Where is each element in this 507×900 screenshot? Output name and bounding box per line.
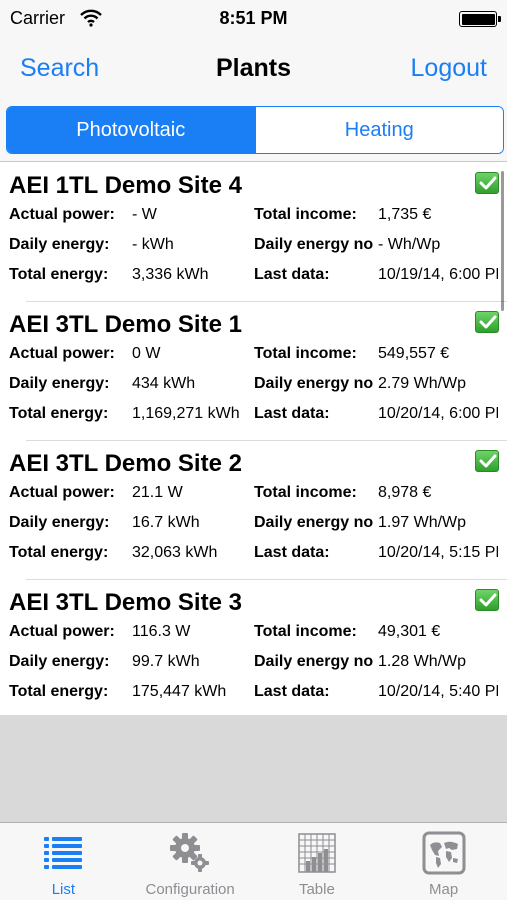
plant-row-2: Daily energy: 434 kWh Daily energy no 2.… (0, 375, 507, 397)
daily-energy-norm-value: - Wh/Wp (378, 236, 441, 253)
plant-row-3: Total energy: 1,169,271 kWh Last data: 1… (0, 405, 507, 427)
tab-configuration-label: Configuration (145, 881, 235, 898)
actual-power-label: Actual power: (9, 484, 115, 501)
plant-row-2: Daily energy: 16.7 kWh Daily energy no 1… (0, 514, 507, 536)
daily-energy-label: Daily energy: (9, 236, 110, 253)
status-ok-icon (475, 311, 499, 333)
total-income-value: 49,301 € (378, 623, 441, 640)
plant-name: AEI 3TL Demo Site 1 (9, 311, 242, 338)
tab-map[interactable]: Map (380, 823, 507, 900)
status-bar: Carrier 8:51 PM (0, 0, 507, 38)
total-income-label: Total income: (254, 206, 357, 223)
total-energy-value: 32,063 kWh (132, 544, 218, 561)
tab-list[interactable]: List (0, 823, 127, 900)
total-energy-label: Total energy: (9, 266, 109, 283)
daily-energy-label: Daily energy: (9, 653, 110, 670)
total-energy-label: Total energy: (9, 405, 109, 422)
gears-icon (170, 833, 210, 872)
daily-energy-label: Daily energy: (9, 514, 110, 531)
actual-power-label: Actual power: (9, 206, 115, 223)
last-data-label: Last data: (254, 405, 330, 422)
plant-card[interactable]: AEI 3TL Demo Site 3 Actual power: 116.3 … (0, 580, 507, 715)
daily-energy-label: Daily energy: (9, 375, 110, 392)
plant-row-2: Daily energy: 99.7 kWh Daily energy no 1… (0, 653, 507, 675)
daily-energy-norm-label: Daily energy no (254, 653, 374, 670)
plant-name: AEI 3TL Demo Site 3 (9, 589, 242, 616)
total-energy-label: Total energy: (9, 544, 109, 561)
total-energy-value: 3,336 kWh (132, 266, 209, 283)
battery-icon (459, 11, 501, 27)
plant-row-3: Total energy: 175,447 kWh Last data: 10/… (0, 683, 507, 705)
actual-power-label: Actual power: (9, 345, 115, 362)
plant-name: AEI 3TL Demo Site 2 (9, 450, 242, 477)
total-income-label: Total income: (254, 623, 357, 640)
total-income-value: 1,735 € (378, 206, 432, 223)
total-energy-value: 175,447 kWh (132, 683, 227, 700)
tab-table-label: Table (298, 881, 335, 898)
daily-energy-norm-label: Daily energy no (254, 236, 374, 253)
plant-type-segmented-control: Photovoltaic Heating (6, 106, 504, 154)
total-income-value: 549,557 € (378, 345, 450, 362)
tab-list-label: List (51, 881, 76, 898)
daily-energy-norm-value: 1.28 Wh/Wp (378, 653, 467, 670)
last-data-value: 10/19/14, 6:00 PM (378, 266, 498, 283)
total-energy-label: Total energy: (9, 683, 109, 700)
plant-row-1: Actual power: 21.1 W Total income: 8,978… (0, 484, 507, 506)
empty-list-area (0, 715, 507, 822)
daily-energy-norm-label: Daily energy no (254, 375, 374, 392)
daily-energy-value: 434 kWh (132, 375, 196, 392)
actual-power-label: Actual power: (9, 623, 115, 640)
last-data-value: 10/20/14, 6:00 PM (378, 405, 498, 422)
table-chart-icon (298, 833, 336, 873)
total-income-value: 8,978 € (378, 484, 432, 501)
segment-photovoltaic[interactable]: Photovoltaic (7, 107, 255, 153)
total-income-label: Total income: (254, 484, 357, 501)
status-ok-icon (475, 589, 499, 611)
plant-row-1: Actual power: - W Total income: 1,735 € (0, 206, 507, 228)
plant-card[interactable]: AEI 1TL Demo Site 4 Actual power: - W To… (0, 163, 507, 302)
tab-configuration[interactable]: Configuration (127, 823, 254, 900)
plant-row-2: Daily energy: - kWh Daily energy no - Wh… (0, 236, 507, 258)
plant-list[interactable]: AEI 1TL Demo Site 4 Actual power: - W To… (0, 163, 507, 715)
total-income-label: Total income: (254, 345, 357, 362)
daily-energy-norm-value: 1.97 Wh/Wp (378, 514, 467, 531)
last-data-label: Last data: (254, 683, 330, 700)
last-data-value: 10/20/14, 5:15 PM (378, 544, 498, 561)
actual-power-value: 21.1 W (132, 484, 183, 501)
tab-map-label: Map (429, 881, 459, 898)
daily-energy-value: 16.7 kWh (132, 514, 200, 531)
segment-heating[interactable]: Heating (254, 107, 503, 153)
navigation-bar: Search Plants Logout (0, 38, 507, 98)
last-data-label: Last data: (254, 544, 330, 561)
logout-button[interactable]: Logout (411, 54, 487, 83)
list-icon (44, 837, 83, 869)
tab-table[interactable]: Table (254, 823, 381, 900)
plant-row-3: Total energy: 3,336 kWh Last data: 10/19… (0, 266, 507, 288)
last-data-label: Last data: (254, 266, 330, 283)
actual-power-value: 0 W (132, 345, 161, 362)
daily-energy-norm-value: 2.79 Wh/Wp (378, 375, 467, 392)
status-ok-icon (475, 172, 499, 194)
last-data-value: 10/20/14, 5:40 PM (378, 683, 498, 700)
plant-name: AEI 1TL Demo Site 4 (9, 172, 242, 199)
total-energy-value: 1,169,271 kWh (132, 405, 240, 422)
clock: 8:51 PM (219, 8, 288, 28)
actual-power-value: 116.3 W (132, 623, 191, 640)
actual-power-value: - W (132, 206, 157, 223)
tab-bar: List Configuration Table Map (0, 822, 507, 900)
daily-energy-norm-label: Daily energy no (254, 514, 374, 531)
vertical-scroll-indicator[interactable] (501, 171, 504, 311)
plant-row-1: Actual power: 0 W Total income: 549,557 … (0, 345, 507, 367)
search-button[interactable]: Search (20, 54, 99, 83)
plant-card[interactable]: AEI 3TL Demo Site 1 Actual power: 0 W To… (0, 302, 507, 441)
plant-row-1: Actual power: 116.3 W Total income: 49,3… (0, 623, 507, 645)
plant-row-3: Total energy: 32,063 kWh Last data: 10/2… (0, 544, 507, 566)
status-ok-icon (475, 450, 499, 472)
daily-energy-value: - kWh (132, 236, 174, 253)
plant-card[interactable]: AEI 3TL Demo Site 2 Actual power: 21.1 W… (0, 441, 507, 580)
daily-energy-value: 99.7 kWh (132, 653, 200, 670)
segment-bar: Photovoltaic Heating (0, 98, 507, 162)
world-map-icon (422, 831, 466, 875)
